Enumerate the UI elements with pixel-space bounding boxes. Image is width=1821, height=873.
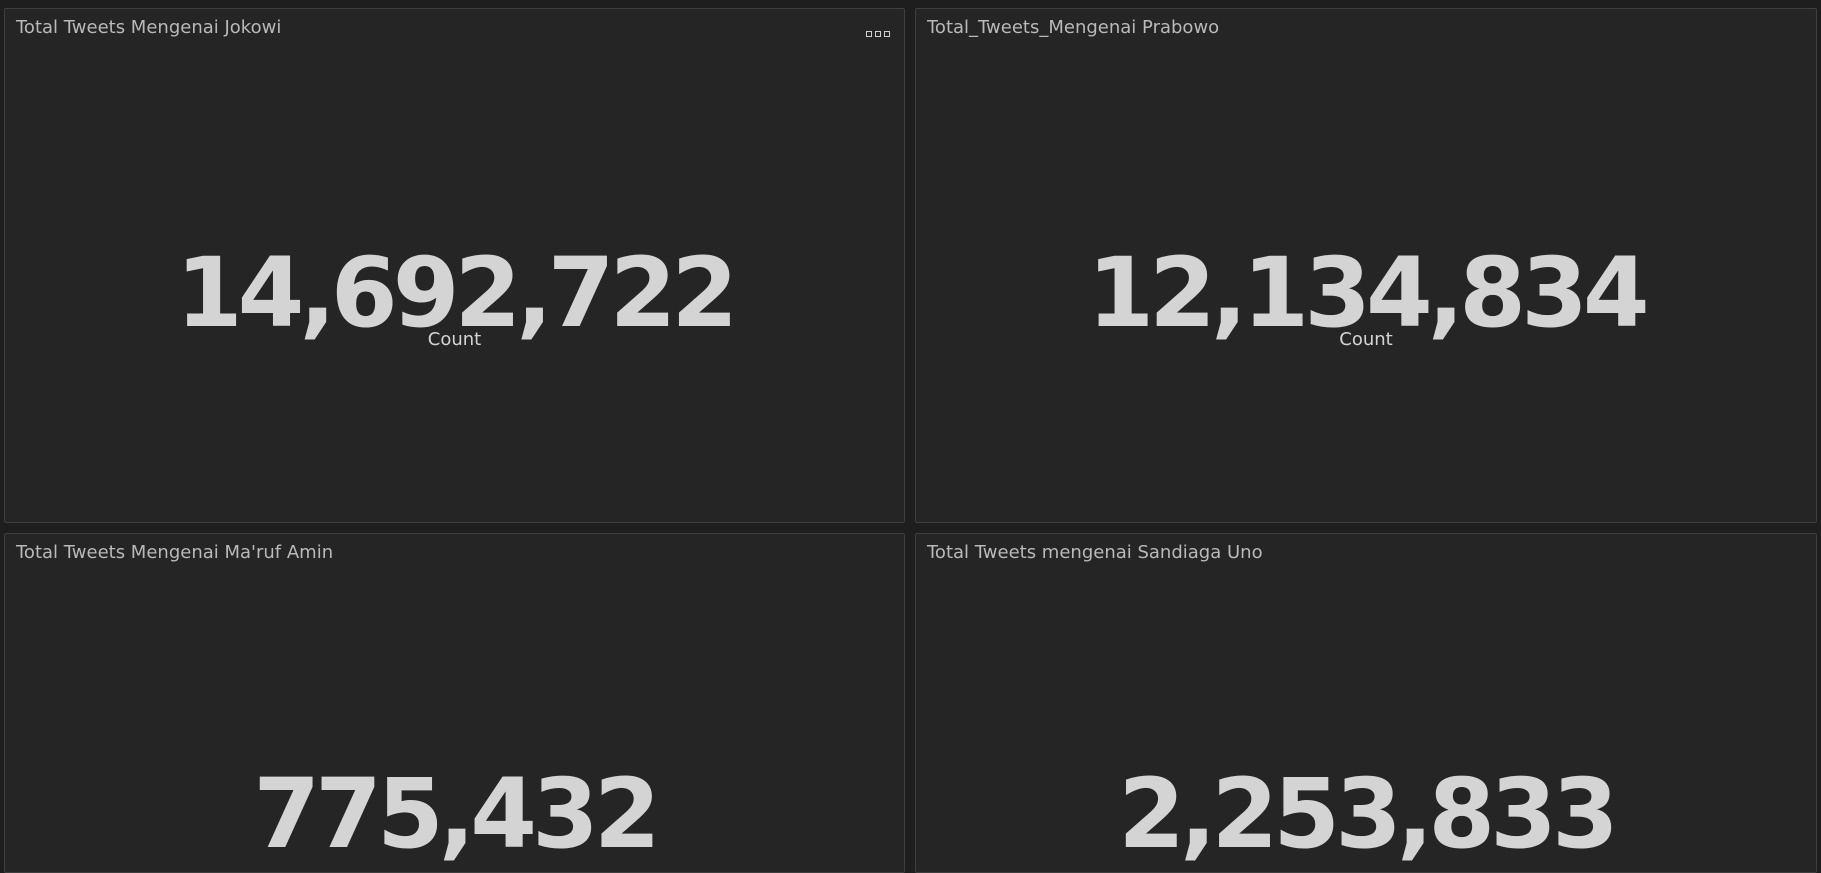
dashboard-grid: Total Tweets Mengenai Jokowi 14,692,722 …	[0, 0, 1821, 873]
metric-label: Count	[427, 329, 482, 350]
metric-value: 775,432	[253, 758, 660, 870]
panel-title: Total Tweets Mengenai Jokowi	[16, 17, 282, 38]
options-icon[interactable]	[866, 31, 890, 37]
metric-value: 12,134,834	[1087, 237, 1649, 349]
panel-title: Total Tweets Mengenai Ma'ruf Amin	[16, 542, 334, 563]
panel-sandiaga-uno: Total Tweets mengenai Sandiaga Uno 2,253…	[915, 533, 1817, 873]
panel-title: Total_Tweets_Mengenai Prabowo	[927, 17, 1220, 38]
panel-maruf-amin: Total Tweets Mengenai Ma'ruf Amin 775,43…	[4, 533, 905, 873]
metric-value: 14,692,722	[175, 237, 738, 349]
metric-value: 2,253,833	[1118, 758, 1619, 870]
panel-jokowi: Total Tweets Mengenai Jokowi 14,692,722 …	[4, 8, 905, 523]
panel-title: Total Tweets mengenai Sandiaga Uno	[927, 542, 1263, 563]
panel-prabowo: Total_Tweets_Mengenai Prabowo 12,134,834…	[915, 8, 1817, 523]
metric-label: Count	[1339, 329, 1393, 350]
